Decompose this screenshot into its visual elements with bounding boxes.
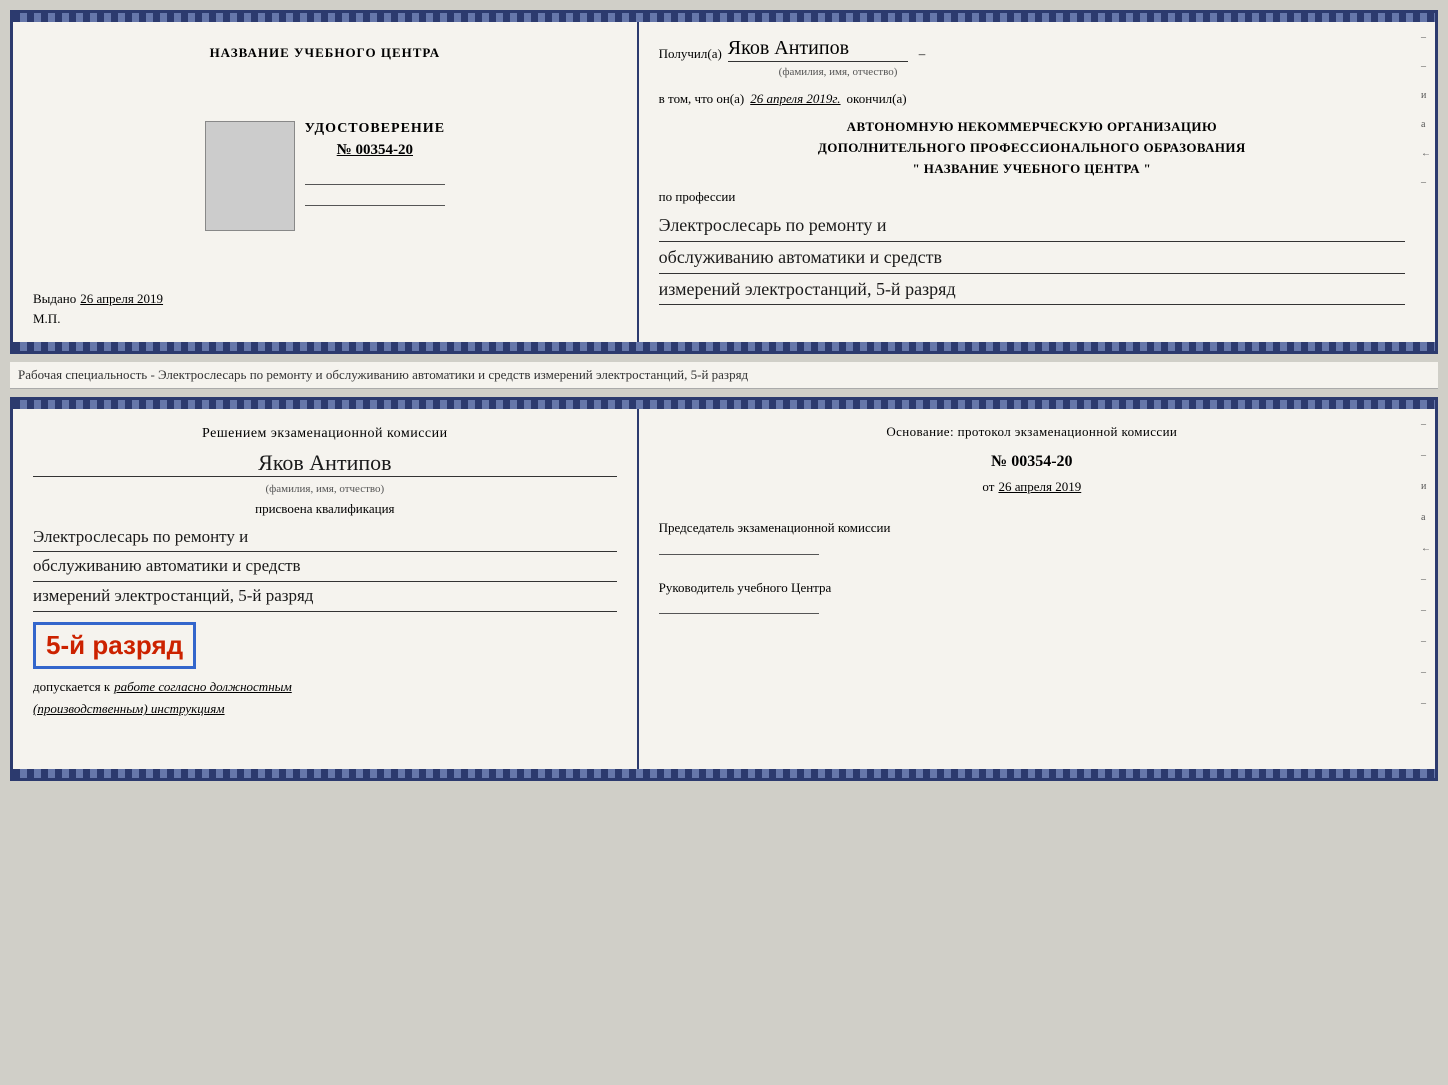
dopuskaetsya-hw2: (производственным) инструкциям: [33, 701, 617, 717]
udost-label: УДОСТОВЕРЕНИЕ: [305, 121, 445, 137]
cert-bottom-right: Основание: протокол экзаменационной коми…: [639, 409, 1435, 769]
ot-label: от: [982, 479, 994, 495]
between-label: Рабочая специальность - Электрослесарь п…: [10, 362, 1438, 389]
dopuskaetsya-label: допускается к: [33, 679, 110, 695]
org-text-line1: АВТОНОМНУЮ НЕКОММЕРЧЕСКУЮ ОРГАНИЗАЦИЮ: [659, 117, 1405, 138]
fio-subtitle-top: (фамилия, имя, отчество): [779, 66, 1405, 78]
profession-line2: обслуживанию автоматики и средств: [659, 242, 1405, 274]
cert-top: НАЗВАНИЕ УЧЕБНОГО ЦЕНТРА УДОСТОВЕРЕНИЕ №…: [10, 10, 1438, 354]
protocol-number: № 00354-20: [659, 453, 1405, 471]
org-text-block: АВТОНОМНУЮ НЕКОММЕРЧЕСКУЮ ОРГАНИЗАЦИЮ ДО…: [659, 117, 1405, 179]
udost-number: № 00354-20: [337, 142, 413, 159]
bottom-strip-top: [13, 342, 1435, 351]
vydano-label: Выдано: [33, 291, 76, 307]
profession-line3: измерений электростанций, 5-й разряд: [659, 274, 1405, 306]
fio-subtitle-bottom: (фамилия, имя, отчество): [33, 483, 617, 495]
top-strip: [13, 13, 1435, 22]
vtom-line: в том, что он(а) 26 апреля 2019г. окончи…: [659, 91, 1405, 107]
dopuskaetsya-hw: работе согласно должностным: [114, 679, 292, 695]
cert-top-left: НАЗВАНИЕ УЧЕБНОГО ЦЕНТРА УДОСТОВЕРЕНИЕ №…: [13, 22, 639, 342]
predsedatel-label: Председатель экзаменационной комиссии: [659, 518, 1405, 538]
sign-line1: [305, 184, 445, 185]
org-text-line2: ДОПОЛНИТЕЛЬНОГО ПРОФЕССИОНАЛЬНОГО ОБРАЗО…: [659, 138, 1405, 159]
predsedatel-sign-line: [659, 554, 819, 555]
org-name-label: НАЗВАНИЕ УЧЕБНОГО ЦЕНТРА: [210, 45, 441, 61]
bottom-strip-bottom: [13, 769, 1435, 778]
mp-label: М.П.: [33, 311, 617, 327]
profession-block: Электрослесарь по ремонту и обслуживанию…: [659, 210, 1405, 305]
vydano-date: 26 апреля 2019: [80, 291, 163, 307]
profession-line1: Электрослесарь по ремонту и: [659, 210, 1405, 242]
ot-date: 26 апреля 2019: [998, 479, 1081, 495]
photo-placeholder: [205, 121, 295, 231]
razryad-badge: 5-й разряд: [33, 622, 196, 669]
cert-center-block: УДОСТОВЕРЕНИЕ № 00354-20: [205, 61, 445, 291]
qual-line3: измерений электростанций, 5-й разряд: [33, 582, 617, 612]
qualification-block: Электрослесарь по ремонту и обслуживанию…: [33, 523, 617, 613]
dash: –: [919, 46, 926, 62]
poluchil-label: Получил(а): [659, 46, 722, 62]
rukovoditel-label: Руководитель учебного Центра: [659, 578, 1405, 598]
po-professii: по профессии: [659, 189, 1405, 205]
okonchil-label: окончил(а): [847, 91, 907, 107]
sign-line2: [305, 205, 445, 206]
razryad-text: 5-й разряд: [46, 630, 183, 660]
date-value: 26 апреля 2019г.: [750, 91, 840, 107]
top-strip-bottom: [13, 400, 1435, 409]
cert-bottom-left: Решением экзаменационной комиссии Яков А…: [13, 409, 639, 769]
rukovoditel-sign-line: [659, 613, 819, 614]
cert-top-right: Получил(а) Яков Антипов – (фамилия, имя,…: [639, 22, 1435, 342]
recipient-name: Яков Антипов: [728, 37, 908, 62]
bottom-name: Яков Антипов: [33, 450, 617, 477]
ot-date-block: от 26 апреля 2019: [659, 479, 1405, 495]
recipient-line: Получил(а) Яков Антипов –: [659, 37, 1405, 62]
osnovanie-label: Основание: протокол экзаменационной коми…: [659, 424, 1405, 440]
dopuskaetsya-block: допускается к работе согласно должностны…: [33, 679, 617, 695]
page-wrapper: НАЗВАНИЕ УЧЕБНОГО ЦЕНТРА УДОСТОВЕРЕНИЕ №…: [10, 10, 1438, 781]
cert-bottom: Решением экзаменационной комиссии Яков А…: [10, 397, 1438, 781]
qual-line2: обслуживанию автоматики и средств: [33, 552, 617, 582]
resheniem-label: Решением экзаменационной комиссии: [33, 424, 617, 444]
prisvoena-label: присвоена квалификация: [33, 501, 617, 517]
vtom-label: в том, что он(а): [659, 91, 745, 107]
vydano-block: Выдано 26 апреля 2019 М.П.: [33, 291, 617, 332]
qual-line1: Электрослесарь по ремонту и: [33, 523, 617, 553]
org-text-line3: " НАЗВАНИЕ УЧЕБНОГО ЦЕНТРА ": [659, 159, 1405, 180]
right-marks-top: ––иа←–: [1421, 32, 1431, 188]
right-marks-bottom: ––иа←–––––: [1421, 419, 1431, 709]
